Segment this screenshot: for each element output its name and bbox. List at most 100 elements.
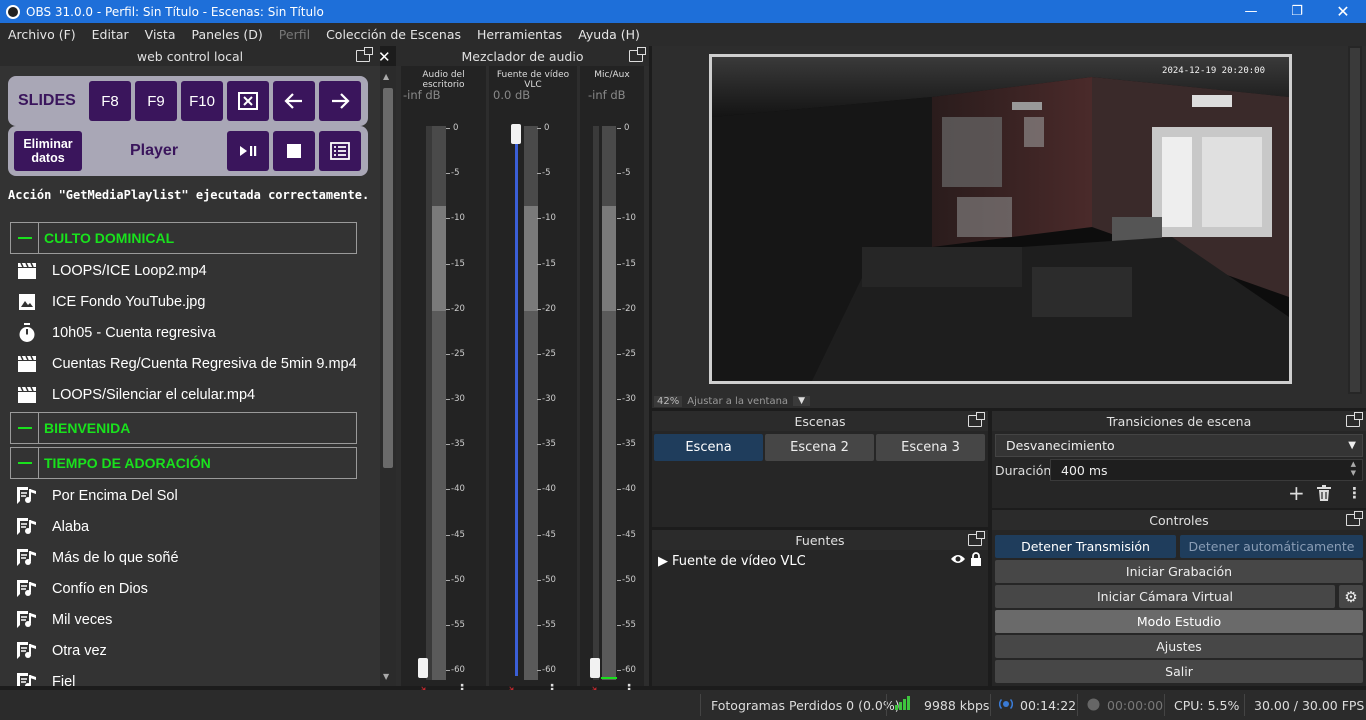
undock-icon[interactable] <box>1346 511 1363 526</box>
collapse-icon[interactable] <box>11 448 39 478</box>
play-pause-button[interactable] <box>227 131 269 171</box>
list-item[interactable]: Fiel <box>16 671 75 686</box>
undock-icon[interactable] <box>356 47 373 62</box>
next-slide-button[interactable] <box>319 81 361 121</box>
group-bienvenida[interactable]: BIENVENIDA <box>10 412 357 444</box>
volume-tick-mark <box>446 579 450 581</box>
undock-icon[interactable] <box>629 47 646 62</box>
studio-mode-button[interactable]: Modo Estudio <box>995 610 1363 633</box>
duration-spinbox[interactable]: 400 ms ▲ ▼ <box>1050 459 1363 481</box>
menu-docks[interactable]: Paneles (D) <box>184 27 271 42</box>
collapse-icon[interactable] <box>11 223 39 253</box>
menu-edit[interactable]: Editar <box>84 27 137 42</box>
volume-tick-label: -20 <box>622 303 636 314</box>
source-item[interactable]: ▶︎ Fuente de vídeo VLC <box>658 552 986 570</box>
list-item[interactable]: LOOPS/Silenciar el celular.mp4 <box>16 384 255 406</box>
volume-tick-mark <box>446 353 450 355</box>
menu-profile[interactable]: Perfil <box>271 27 318 42</box>
visibility-eye-icon[interactable] <box>950 553 966 569</box>
group-tiempo-de-adoracion[interactable]: TIEMPO DE ADORACIÓN <box>10 447 357 479</box>
stop-automatically-button[interactable]: Detener automáticamente <box>1180 535 1363 558</box>
exit-button[interactable]: Salir <box>995 660 1363 683</box>
collapse-icon[interactable] <box>11 413 39 443</box>
volume-tick-label: -20 <box>451 303 465 314</box>
volume-tick-mark <box>617 128 621 129</box>
group-culto-dominical[interactable]: CULTO DOMINICAL <box>10 222 357 254</box>
volume-tick-mark <box>537 173 541 175</box>
add-transition-icon[interactable]: + <box>1288 483 1305 503</box>
volume-fader[interactable] <box>418 658 428 678</box>
menu-file[interactable]: Archivo (F) <box>0 27 84 42</box>
lyrics-icon <box>16 517 38 537</box>
preview-scrollbar[interactable] <box>1348 46 1362 394</box>
clear-slide-button[interactable] <box>227 81 269 121</box>
volume-meter <box>602 126 616 680</box>
scrollbar-thumb[interactable] <box>383 88 393 468</box>
list-item[interactable]: 10h05 - Cuenta regresiva <box>16 322 216 344</box>
close-window-button[interactable]: ✕ <box>1320 0 1366 23</box>
volume-tick-label: -60 <box>622 665 636 675</box>
settings-button[interactable]: Ajustes <box>995 635 1363 658</box>
media-play-icon[interactable]: ▶︎ <box>658 554 668 569</box>
video-clapper-icon <box>16 385 38 405</box>
volume-tick-label: -25 <box>622 348 636 359</box>
list-item[interactable]: Otra vez <box>16 640 107 662</box>
list-item[interactable]: Mil veces <box>16 609 112 631</box>
lock-icon[interactable] <box>970 552 982 570</box>
start-virtual-camera-button[interactable]: Iniciar Cámara Virtual <box>995 585 1335 608</box>
list-item[interactable]: ICE Fondo YouTube.jpg <box>16 291 205 313</box>
list-item[interactable]: Alaba <box>16 516 89 538</box>
scroll-up-icon[interactable]: ▲ <box>383 72 389 81</box>
menu-help[interactable]: Ayuda (H) <box>570 27 648 42</box>
scene-item[interactable]: Escena 3 <box>876 434 985 461</box>
scene-item[interactable]: Escena 2 <box>765 434 874 461</box>
menu-tools[interactable]: Herramientas <box>469 27 570 42</box>
transition-select[interactable]: Desvanecimiento ▼ <box>995 434 1363 457</box>
close-dock-icon[interactable]: ✕ <box>378 48 391 66</box>
more-options-icon[interactable]: ⋮ <box>1347 484 1362 502</box>
previous-slide-button[interactable] <box>273 81 315 121</box>
stop-icon <box>287 144 301 158</box>
lyrics-icon <box>16 672 38 686</box>
web-dock-scrollbar[interactable]: ▲ ▼ <box>380 66 396 686</box>
f10-button[interactable]: F10 <box>181 81 223 121</box>
volume-tick-mark <box>537 128 541 129</box>
start-recording-button[interactable]: Iniciar Grabación <box>995 560 1363 583</box>
list-item[interactable]: Más de lo que soñé <box>16 547 179 569</box>
list-item[interactable]: Por Encima Del Sol <box>16 485 178 507</box>
item-label: Otra vez <box>52 643 107 659</box>
volume-tick-mark <box>446 489 450 491</box>
stop-streaming-button[interactable]: Detener Transmisión <box>995 535 1176 558</box>
undock-icon[interactable] <box>968 531 985 546</box>
undock-icon[interactable] <box>1346 412 1363 427</box>
spin-arrows-icon[interactable]: ▲ ▼ <box>1351 460 1356 478</box>
stop-button[interactable] <box>273 131 315 171</box>
scroll-down-icon[interactable]: ▼ <box>383 672 389 681</box>
camera-preview[interactable]: 2024-12-19 20:20:00 <box>709 54 1292 384</box>
menu-view[interactable]: Vista <box>137 27 184 42</box>
volume-tick-mark <box>446 263 450 265</box>
virtual-camera-settings-gear-icon[interactable]: ⚙︎ <box>1339 585 1363 608</box>
menu-scene-collection[interactable]: Colección de Escenas <box>318 27 469 42</box>
scene-item[interactable]: Escena <box>654 434 763 461</box>
volume-fader[interactable] <box>590 658 600 678</box>
undock-icon[interactable] <box>968 412 985 427</box>
volume-fader[interactable] <box>511 124 521 144</box>
f8-button[interactable]: F8 <box>89 81 131 121</box>
list-item[interactable]: Cuentas Reg/Cuenta Regresiva de 5min 9.m… <box>16 353 357 375</box>
maximize-button[interactable]: ❐ <box>1274 0 1320 23</box>
list-item[interactable]: Confío en Dios <box>16 578 148 600</box>
chevron-down-icon: ▼ <box>1348 440 1356 451</box>
playlist-button[interactable] <box>319 131 361 171</box>
list-item[interactable]: LOOPS/ICE Loop2.mp4 <box>16 260 207 282</box>
cpu-usage: CPU: 5.5% <box>1174 698 1240 713</box>
clear-data-button[interactable]: Eliminar datos <box>14 131 82 171</box>
minimize-button[interactable]: — <box>1228 0 1274 23</box>
zoom-mode[interactable]: Ajustar a la ventana <box>687 396 788 407</box>
video-clapper-icon <box>16 354 38 374</box>
f9-button[interactable]: F9 <box>135 81 177 121</box>
volume-tick-mark <box>537 624 541 626</box>
trash-icon[interactable] <box>1317 485 1331 505</box>
lyrics-icon <box>16 641 38 661</box>
zoom-dropdown-icon[interactable]: ▼ <box>793 396 810 406</box>
